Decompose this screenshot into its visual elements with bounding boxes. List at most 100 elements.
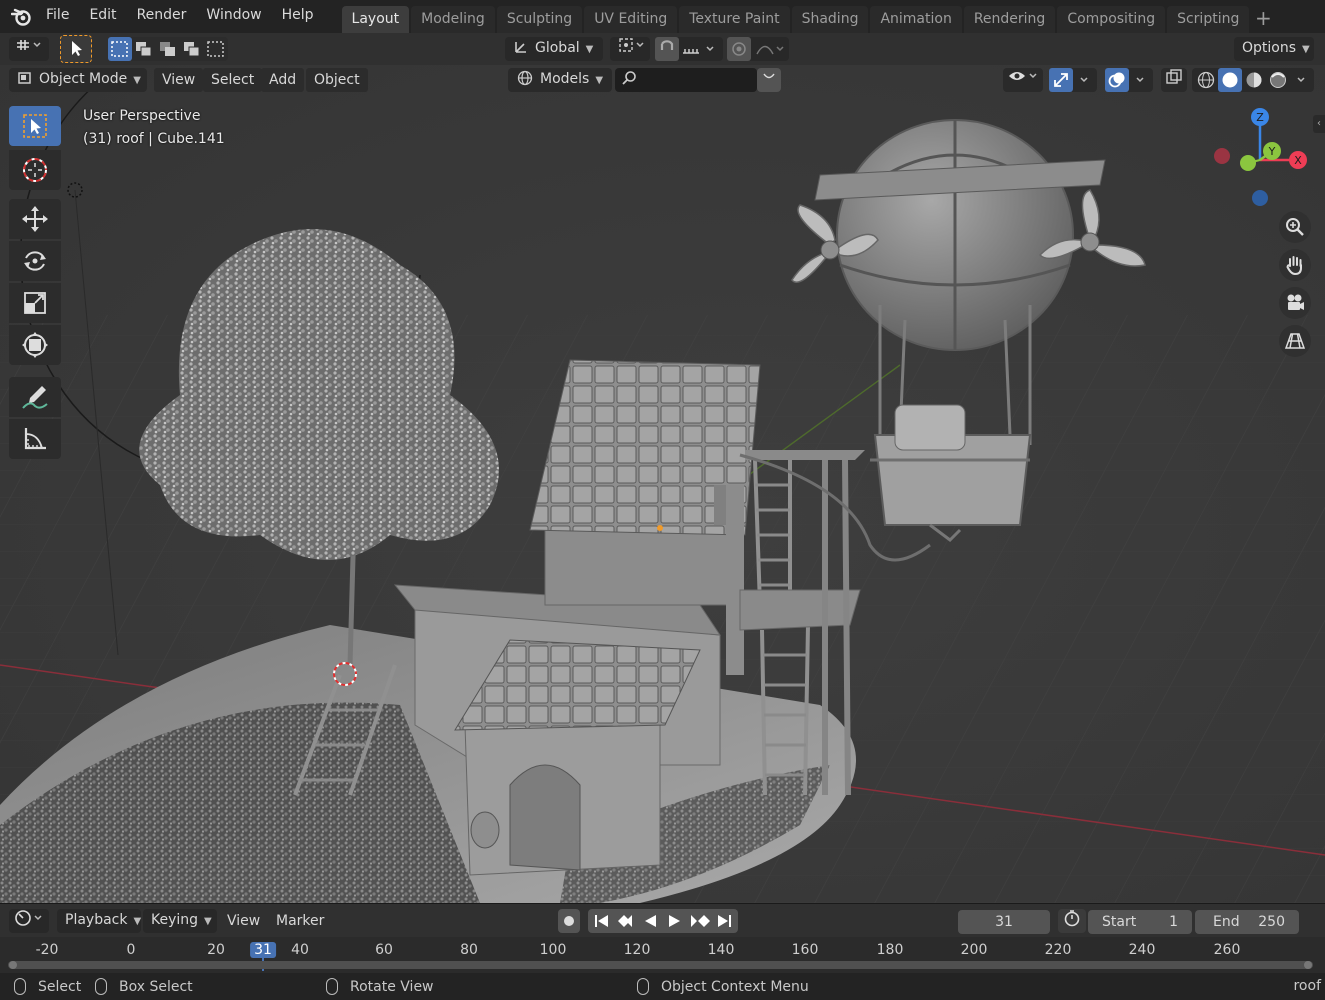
cursor-tool[interactable] xyxy=(9,150,61,190)
view-menu[interactable]: View xyxy=(154,68,204,92)
tab-scripting[interactable]: Scripting xyxy=(1167,6,1250,33)
transform-orientation-dropdown[interactable]: Global ▼ xyxy=(505,37,603,61)
navigation-gizmo[interactable]: Y Z X xyxy=(1205,105,1315,215)
add-workspace-button[interactable]: + xyxy=(1251,6,1275,33)
stopwatch-icon xyxy=(1064,910,1080,927)
zoom-icon[interactable] xyxy=(1279,211,1311,243)
pan-hand-icon[interactable] xyxy=(1279,249,1311,281)
annotate-tool[interactable] xyxy=(9,377,61,417)
rendered-shading-icon xyxy=(1270,72,1286,88)
perspective-toggle-grid-icon[interactable] xyxy=(1279,325,1311,357)
collection-dropdown[interactable]: Models ▼ xyxy=(508,68,612,92)
ruler-tick: 200 xyxy=(960,942,988,958)
end-label: End xyxy=(1213,914,1240,930)
ruler-tick: 120 xyxy=(623,942,651,958)
menu-render[interactable]: Render xyxy=(127,0,197,33)
mode-dropdown[interactable]: Object Mode ▼ xyxy=(9,68,147,92)
select-tool-button[interactable] xyxy=(60,35,92,63)
tab-compositing[interactable]: Compositing xyxy=(1057,6,1166,33)
marker-menu[interactable]: Marker xyxy=(268,909,332,933)
globe-icon xyxy=(517,70,533,86)
ruler-tick: 240 xyxy=(1128,942,1156,958)
keying-menu[interactable]: Keying ▼ xyxy=(143,909,217,933)
tab-sculpting[interactable]: Sculpting xyxy=(496,6,583,33)
visibility-dropdown[interactable] xyxy=(1003,68,1043,92)
filter-dropdown[interactable] xyxy=(757,68,781,92)
object-menu[interactable]: Object xyxy=(306,68,368,92)
tab-layout[interactable]: Layout xyxy=(341,6,410,33)
ruler-tick: -20 xyxy=(35,942,59,958)
options-dropdown[interactable]: Options ▼ xyxy=(1234,37,1314,61)
3d-viewport[interactable]: User Perspective (31) roof | Cube.141 Y … xyxy=(0,65,1325,903)
tab-modeling[interactable]: Modeling xyxy=(411,6,495,33)
preview-range-toggle[interactable] xyxy=(1058,909,1086,933)
pivot-icon xyxy=(619,38,644,52)
add-menu[interactable]: Add xyxy=(261,68,305,92)
timeline-ruler[interactable]: -20 0 20 31 40 60 80 100 120 140 160 180… xyxy=(0,937,1325,973)
pivot-point-dropdown[interactable] xyxy=(610,37,650,61)
status-box-select: Box Select xyxy=(95,978,193,995)
menu-file[interactable]: File xyxy=(36,0,79,33)
sidebar-toggle-chevron-icon[interactable]: ‹ xyxy=(1313,115,1325,133)
status-rotate-label: Rotate View xyxy=(350,978,434,995)
status-select-label: Select xyxy=(38,978,82,995)
solid-shading-icon xyxy=(1222,72,1238,88)
timeline-scrollbar[interactable] xyxy=(8,961,1313,969)
timeline-view-menu[interactable]: View xyxy=(219,909,268,933)
move-arrows-icon xyxy=(22,206,48,232)
gizmo-toggle-group[interactable] xyxy=(1049,68,1097,92)
orientation-label: Global xyxy=(535,40,580,56)
tab-texture-paint[interactable]: Texture Paint xyxy=(679,6,790,33)
menu-edit[interactable]: Edit xyxy=(79,0,126,33)
snapping-group[interactable] xyxy=(655,37,723,61)
mouse-right-click-icon xyxy=(637,978,649,995)
rotate-tool[interactable] xyxy=(9,241,61,281)
xray-toggle[interactable] xyxy=(1161,68,1187,92)
playback-menu[interactable]: Playback ▼ xyxy=(57,909,141,933)
move-tool[interactable] xyxy=(9,199,61,239)
collection-label: Models xyxy=(540,71,590,87)
ruler-tick: 140 xyxy=(707,942,735,958)
mouse-left-click-icon xyxy=(14,978,26,995)
current-frame-marker[interactable]: 31 xyxy=(250,942,276,958)
start-frame-field[interactable]: Start 1 xyxy=(1088,910,1192,934)
status-context-menu: Object Context Menu xyxy=(637,978,809,995)
active-object-label: roof xyxy=(1293,978,1321,994)
scale-icon xyxy=(24,292,46,314)
select-box-tool[interactable] xyxy=(9,106,61,146)
scale-tool[interactable] xyxy=(9,283,61,323)
ruler-tick: 220 xyxy=(1044,942,1072,958)
keying-label: Keying xyxy=(151,912,199,928)
proportional-editing-group[interactable] xyxy=(727,37,789,61)
measure-tool[interactable] xyxy=(9,419,61,459)
shading-mode-group[interactable] xyxy=(1192,68,1314,92)
playback-controls[interactable] xyxy=(588,909,738,933)
orientation-icon xyxy=(515,42,526,53)
start-label: Start xyxy=(1102,914,1137,930)
timeline-editor-type-button[interactable] xyxy=(9,909,49,933)
blender-logo-icon[interactable] xyxy=(6,0,36,33)
tab-uv-editing[interactable]: UV Editing xyxy=(584,6,678,33)
tab-rendering[interactable]: Rendering xyxy=(963,6,1056,33)
menu-window[interactable]: Window xyxy=(196,0,271,33)
transform-tool[interactable] xyxy=(9,325,61,365)
select-menu[interactable]: Select xyxy=(203,68,263,92)
snap-magnet-icon xyxy=(655,37,714,61)
record-button[interactable] xyxy=(558,909,580,933)
current-frame-field[interactable]: 31 xyxy=(958,910,1050,934)
status-bar: Select Box Select Rotate View Object Con… xyxy=(0,973,1325,1000)
overlays-toggle-group[interactable] xyxy=(1105,68,1153,92)
editor-type-button[interactable] xyxy=(9,37,49,61)
menu-help[interactable]: Help xyxy=(272,0,324,33)
search-input[interactable] xyxy=(615,68,757,92)
tab-shading[interactable]: Shading xyxy=(791,6,869,33)
end-value: 250 xyxy=(1258,914,1285,930)
next-keyframe-icon xyxy=(691,915,710,927)
tab-animation[interactable]: Animation xyxy=(870,6,962,33)
camera-view-icon[interactable] xyxy=(1279,287,1311,319)
gizmo-x-label: X xyxy=(1294,154,1302,167)
end-frame-field[interactable]: End 250 xyxy=(1195,910,1299,934)
record-dot-icon xyxy=(564,916,574,926)
play-reverse-icon xyxy=(645,915,656,927)
tool-settings-header: Global ▼ Options ▼ xyxy=(0,33,1325,65)
